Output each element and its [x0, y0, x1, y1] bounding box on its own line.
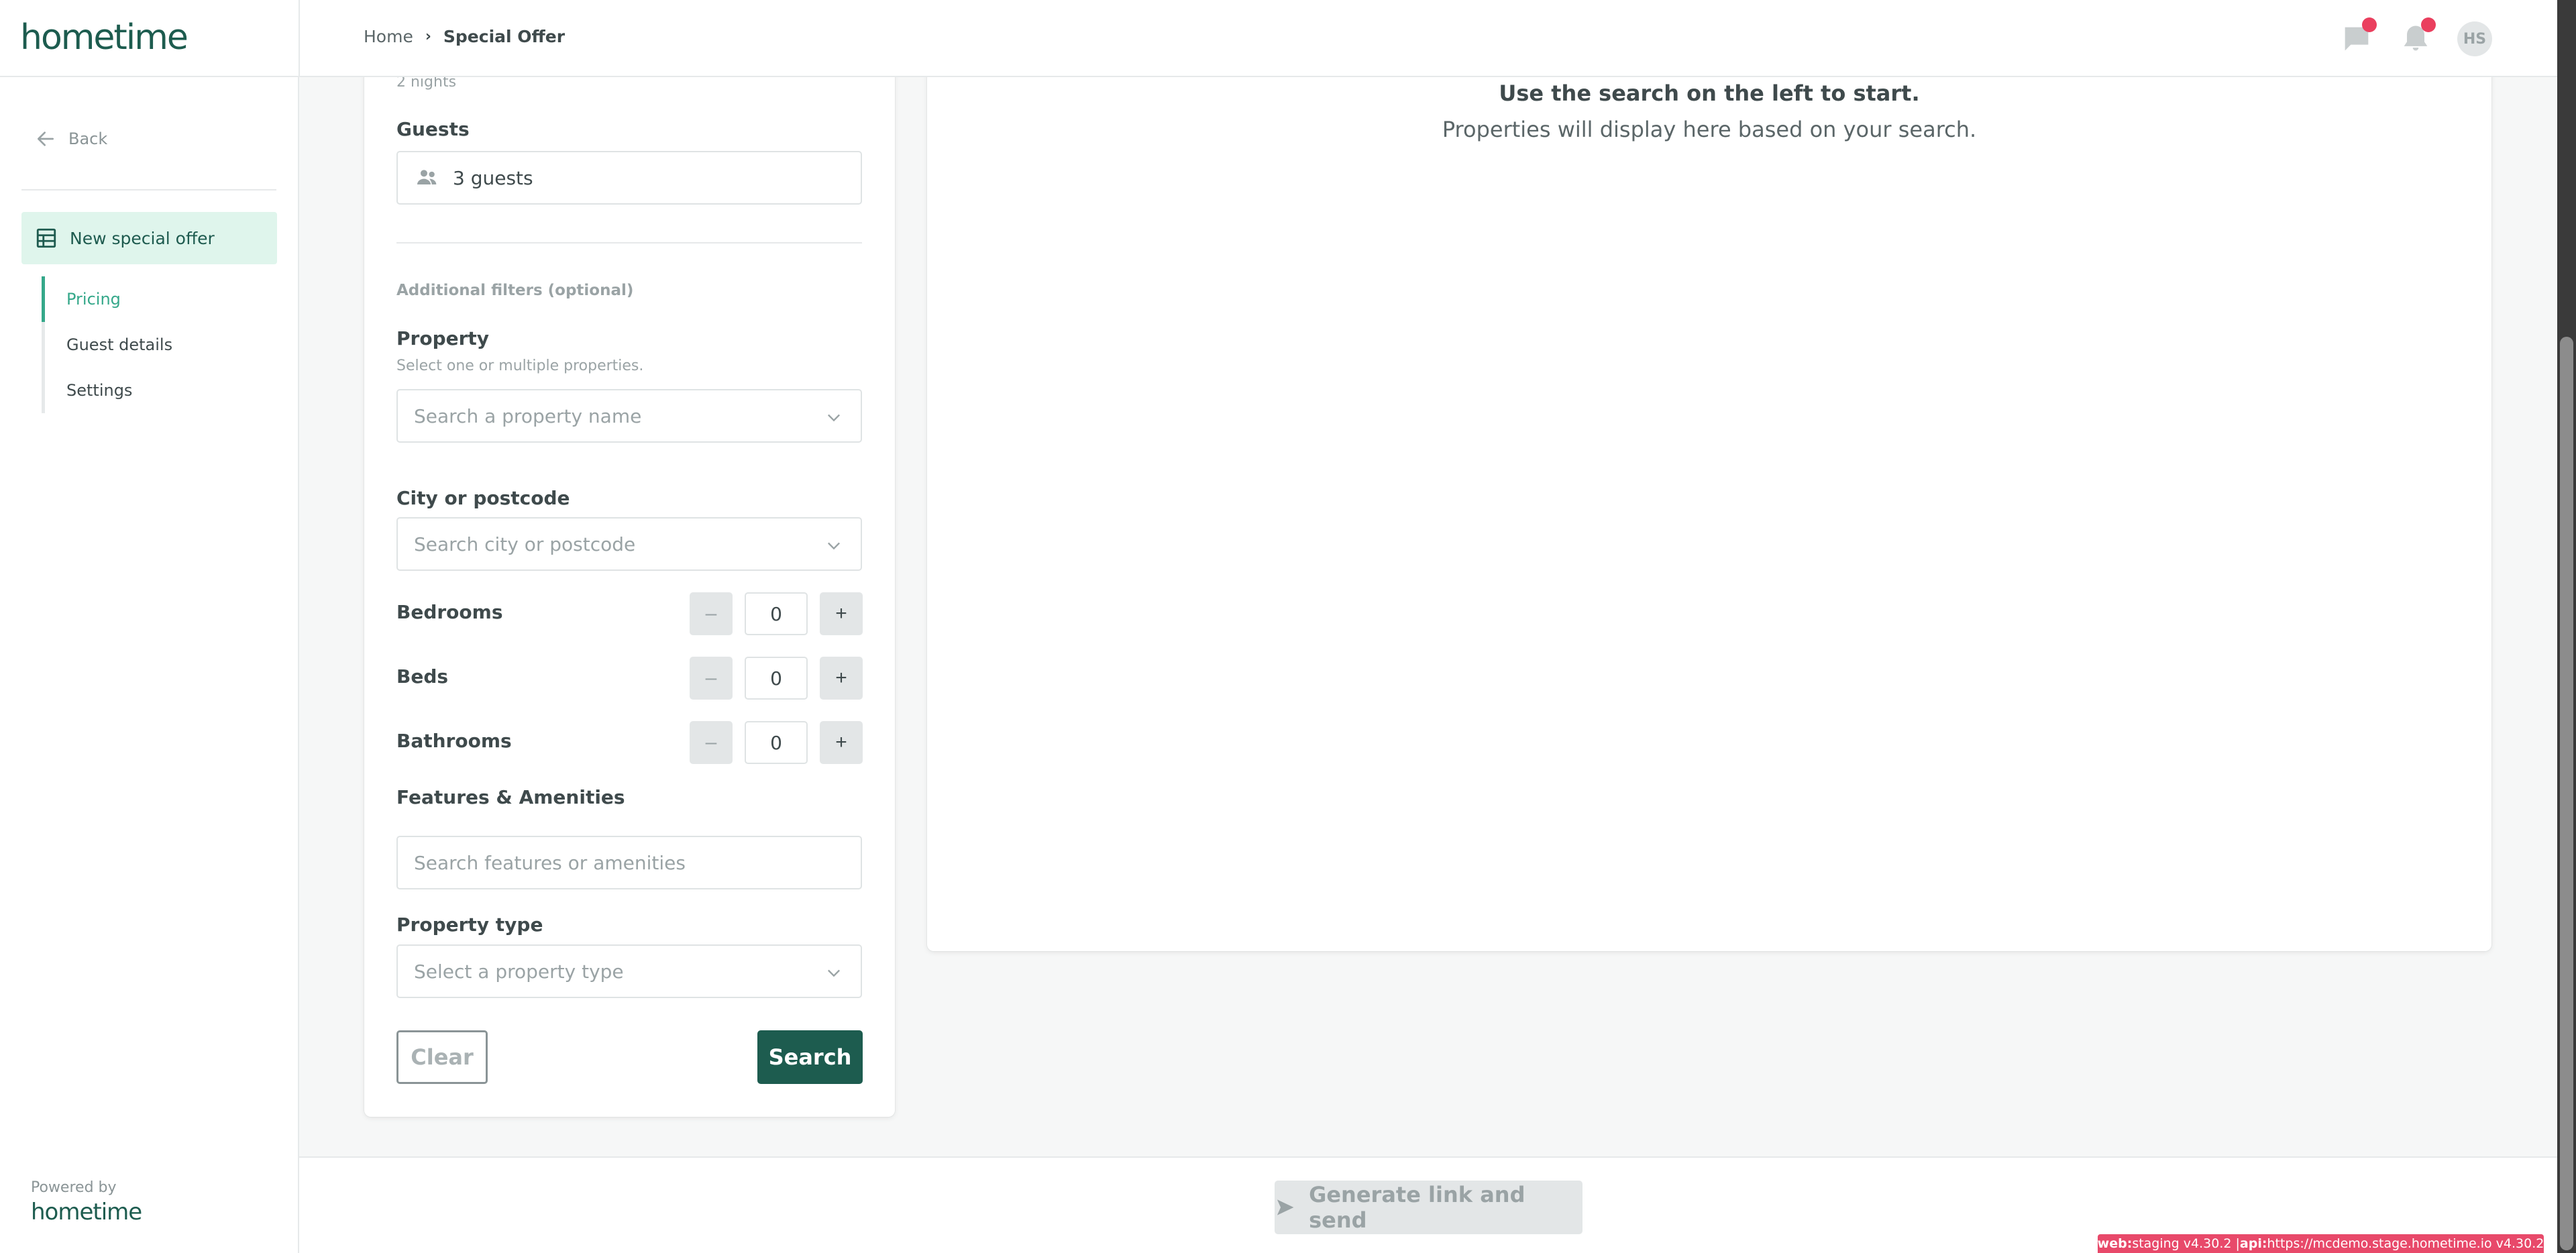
bathrooms-stepper: – 0 + [690, 721, 863, 764]
sidebar-divider [21, 189, 276, 190]
property-label: Property [396, 327, 490, 349]
generate-link-button[interactable]: Generate link and send [1275, 1181, 1582, 1234]
property-type-label: Property type [396, 914, 543, 936]
features-label: Features & Amenities [396, 786, 625, 808]
beds-increment-button[interactable]: + [820, 657, 863, 700]
features-input[interactable]: Search features or amenities [396, 836, 862, 889]
sidebar-item-label: New special offer [70, 228, 215, 248]
bathrooms-label: Bathrooms [396, 730, 512, 752]
people-icon [417, 170, 437, 184]
city-select[interactable]: Search city or postcode [396, 517, 862, 571]
bathrooms-increment-button[interactable]: + [820, 721, 863, 764]
app-logo[interactable]: hometime [20, 17, 189, 58]
city-placeholder: Search city or postcode [414, 533, 636, 555]
beds-decrement-button[interactable]: – [690, 657, 733, 700]
results-empty-subtitle: Properties will display here based on yo… [1442, 117, 1977, 142]
notification-badge [2421, 17, 2436, 32]
chevron-down-icon [828, 969, 840, 977]
powered-by-logo: hometime [31, 1199, 142, 1225]
bedrooms-value[interactable]: 0 [745, 592, 808, 635]
bedrooms-increment-button[interactable]: + [820, 592, 863, 635]
property-type-select[interactable]: Select a property type [396, 944, 862, 998]
arrow-left-icon [38, 131, 54, 146]
beds-label: Beds [396, 665, 449, 688]
breadcrumb-chevron-icon: › [425, 28, 431, 45]
powered-by: Powered by hometime [31, 1179, 142, 1225]
app-root: hometime Home › Special Offer HS Back Ne… [0, 0, 2576, 1253]
bathrooms-value[interactable]: 0 [745, 721, 808, 764]
back-button[interactable]: Back [35, 128, 107, 150]
scrollbar-thumb[interactable] [2560, 337, 2573, 1250]
env-api-key: api: [2239, 1236, 2267, 1251]
sidebar-item-pricing[interactable]: Pricing [42, 276, 283, 322]
property-type-placeholder: Select a property type [414, 960, 624, 983]
sidebar-sub-nav: Pricing Guest details Settings [42, 276, 283, 413]
sidebar-item-settings[interactable]: Settings [42, 368, 283, 413]
property-hint: Select one or multiple properties. [396, 358, 644, 374]
city-label: City or postcode [396, 487, 570, 509]
table-icon [36, 228, 56, 248]
send-icon [1277, 1199, 1294, 1215]
chat-icon[interactable] [2339, 17, 2377, 56]
generate-link-label: Generate link and send [1309, 1182, 1525, 1233]
breadcrumb: Home › Special Offer [364, 27, 565, 46]
user-avatar[interactable]: HS [2457, 21, 2492, 56]
results-panel: Use the search on the left to start. Pro… [927, 40, 2491, 951]
additional-filters-label: Additional filters (optional) [396, 282, 634, 299]
chevron-down-icon [828, 542, 840, 550]
results-empty-title: Use the search on the left to start. [1499, 80, 1920, 106]
bell-icon[interactable] [2398, 17, 2436, 56]
powered-by-label: Powered by [31, 1179, 117, 1196]
clear-button[interactable]: Clear [396, 1030, 488, 1084]
guests-field[interactable]: 3 guests [396, 151, 862, 205]
guests-value: 3 guests [453, 166, 533, 189]
env-web-value: staging v4.30.2 | [2132, 1236, 2240, 1251]
sidebar-item-new-special-offer[interactable]: New special offer [21, 212, 277, 264]
topbar-divider [299, 0, 300, 77]
form-divider [396, 242, 862, 243]
property-select[interactable]: Search a property name [396, 389, 862, 443]
breadcrumb-current: Special Offer [443, 27, 566, 46]
environment-badge: web: staging v4.30.2 | api: https://mcdem… [2098, 1234, 2544, 1253]
breadcrumb-home[interactable]: Home [364, 27, 413, 46]
env-api-value: https://mcdemo.stage.hometime.io v4.30.2 [2267, 1236, 2544, 1251]
features-placeholder: Search features or amenities [414, 851, 686, 874]
sidebar-item-guest-details[interactable]: Guest details [42, 322, 283, 368]
sidebar: Back New special offer Pricing Guest det… [0, 77, 299, 1253]
beds-value[interactable]: 0 [745, 657, 808, 700]
chat-badge [2362, 17, 2377, 32]
property-placeholder: Search a property name [414, 404, 642, 427]
search-button[interactable]: Search [757, 1030, 863, 1084]
chevron-down-icon [828, 414, 840, 422]
search-form-card: 2 nights Guests 3 guests Additional filt… [364, 40, 895, 1117]
beds-stepper: – 0 + [690, 657, 863, 700]
guests-label: Guests [396, 118, 470, 140]
env-web-key: web: [2098, 1236, 2133, 1251]
bedrooms-decrement-button[interactable]: – [690, 592, 733, 635]
top-bar: hometime Home › Special Offer HS [0, 0, 2557, 77]
bedrooms-stepper: – 0 + [690, 592, 863, 635]
bedrooms-label: Bedrooms [396, 601, 503, 623]
back-label: Back [68, 129, 108, 148]
bathrooms-decrement-button[interactable]: – [690, 721, 733, 764]
